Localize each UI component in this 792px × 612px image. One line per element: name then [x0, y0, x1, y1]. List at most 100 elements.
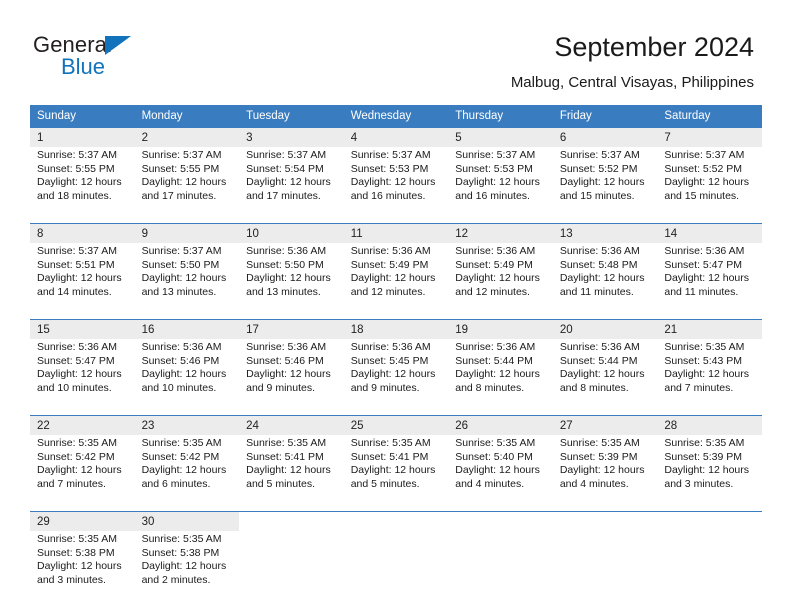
- day-number[interactable]: 6: [552, 127, 658, 147]
- day-cell[interactable]: Sunrise: 5:37 AM Sunset: 5:55 PM Dayligh…: [134, 147, 240, 224]
- weekday-header-row: Sunday Monday Tuesday Wednesday Thursday…: [30, 105, 762, 128]
- day-cell[interactable]: Sunrise: 5:36 AM Sunset: 5:44 PM Dayligh…: [448, 339, 553, 416]
- sunset-text: Sunset: 5:43 PM: [664, 354, 743, 367]
- day-cell[interactable]: Sunrise: 5:37 AM Sunset: 5:53 PM Dayligh…: [448, 147, 553, 224]
- day-cell[interactable]: Sunrise: 5:35 AM Sunset: 5:42 PM Dayligh…: [30, 435, 135, 512]
- sunrise-text: Sunrise: 5:35 AM: [350, 437, 431, 449]
- week-1-info-row: Sunrise: 5:37 AM Sunset: 5:55 PM Dayligh…: [30, 147, 762, 224]
- day-number[interactable]: 11: [343, 223, 449, 243]
- daylight-text-line1: Daylight: 12 hours: [141, 368, 227, 381]
- day-cell[interactable]: Sunrise: 5:36 AM Sunset: 5:46 PM Dayligh…: [239, 339, 344, 416]
- day-number[interactable]: 5: [448, 127, 553, 147]
- day-cell[interactable]: Sunrise: 5:37 AM Sunset: 5:53 PM Dayligh…: [343, 147, 449, 224]
- calendar-page: General Blue September 2024 Malbug, Cent…: [0, 0, 792, 612]
- sunrise-text: Sunrise: 5:37 AM: [37, 245, 117, 257]
- day-number[interactable]: 14: [657, 223, 762, 243]
- day-cell[interactable]: Sunrise: 5:35 AM Sunset: 5:42 PM Dayligh…: [134, 435, 240, 512]
- day-cell[interactable]: Sunrise: 5:35 AM Sunset: 5:41 PM Dayligh…: [239, 435, 344, 512]
- daylight-text-line1: Daylight: 12 hours: [350, 272, 436, 285]
- weekday-header-saturday: Saturday: [657, 105, 762, 128]
- day-number[interactable]: 23: [134, 415, 240, 435]
- sunrise-text: Sunrise: 5:37 AM: [37, 149, 117, 161]
- day-number[interactable]: 3: [239, 127, 344, 147]
- day-cell[interactable]: Sunrise: 5:36 AM Sunset: 5:44 PM Dayligh…: [552, 339, 658, 416]
- day-number[interactable]: 15: [30, 319, 135, 339]
- sunset-text: Sunset: 5:49 PM: [455, 258, 533, 271]
- daylight-text-line1: Daylight: 12 hours: [246, 464, 331, 477]
- daylight-text-line2: and 16 minutes.: [455, 189, 530, 202]
- day-cell[interactable]: Sunrise: 5:37 AM Sunset: 5:50 PM Dayligh…: [134, 243, 240, 320]
- day-cell[interactable]: Sunrise: 5:36 AM Sunset: 5:50 PM Dayligh…: [239, 243, 344, 320]
- day-number[interactable]: 22: [30, 415, 135, 435]
- day-cell[interactable]: Sunrise: 5:35 AM Sunset: 5:38 PM Dayligh…: [134, 531, 240, 607]
- day-cell[interactable]: Sunrise: 5:35 AM Sunset: 5:39 PM Dayligh…: [657, 435, 762, 512]
- day-cell[interactable]: Sunrise: 5:35 AM Sunset: 5:41 PM Dayligh…: [343, 435, 449, 512]
- day-number[interactable]: 29: [30, 511, 135, 531]
- sunset-text: Sunset: 5:47 PM: [37, 354, 115, 367]
- day-number[interactable]: 21: [657, 319, 762, 339]
- daylight-text-line1: Daylight: 12 hours: [455, 368, 540, 381]
- sunrise-text: Sunrise: 5:36 AM: [455, 341, 536, 353]
- day-number[interactable]: 18: [343, 319, 449, 339]
- day-cell[interactable]: Sunrise: 5:37 AM Sunset: 5:52 PM Dayligh…: [657, 147, 762, 224]
- day-number[interactable]: 12: [448, 223, 553, 243]
- daylight-text-line1: Daylight: 12 hours: [664, 368, 750, 381]
- day-number[interactable]: 20: [552, 319, 658, 339]
- day-cell[interactable]: Sunrise: 5:37 AM Sunset: 5:54 PM Dayligh…: [239, 147, 344, 224]
- day-number[interactable]: 25: [343, 415, 449, 435]
- day-number[interactable]: 10: [239, 223, 344, 243]
- day-cell[interactable]: Sunrise: 5:37 AM Sunset: 5:51 PM Dayligh…: [30, 243, 135, 320]
- day-cell[interactable]: Sunrise: 5:35 AM Sunset: 5:38 PM Dayligh…: [30, 531, 135, 607]
- daylight-text-line1: Daylight: 12 hours: [455, 464, 540, 477]
- daylight-text-line2: and 11 minutes.: [664, 285, 739, 298]
- general-blue-logo[interactable]: General Blue: [33, 33, 213, 85]
- day-cell[interactable]: Sunrise: 5:37 AM Sunset: 5:52 PM Dayligh…: [552, 147, 658, 224]
- day-cell-empty: [552, 511, 658, 531]
- day-number[interactable]: 16: [134, 319, 240, 339]
- daylight-text-line2: and 8 minutes.: [455, 381, 525, 394]
- daylight-text-line2: and 5 minutes.: [350, 477, 420, 490]
- day-number[interactable]: 2: [134, 127, 240, 147]
- day-number[interactable]: 30: [134, 511, 240, 531]
- sunset-text: Sunset: 5:38 PM: [141, 546, 220, 559]
- day-cell[interactable]: Sunrise: 5:36 AM Sunset: 5:46 PM Dayligh…: [134, 339, 240, 416]
- daylight-text-line2: and 8 minutes.: [559, 381, 629, 394]
- day-cell[interactable]: Sunrise: 5:36 AM Sunset: 5:47 PM Dayligh…: [657, 243, 762, 320]
- day-cell[interactable]: Sunrise: 5:36 AM Sunset: 5:49 PM Dayligh…: [343, 243, 449, 320]
- sunset-text: Sunset: 5:39 PM: [664, 450, 743, 463]
- sunset-text: Sunset: 5:42 PM: [37, 450, 115, 463]
- daylight-text-line2: and 4 minutes.: [559, 477, 629, 490]
- daylight-text-line2: and 12 minutes.: [455, 285, 530, 298]
- day-number[interactable]: 4: [343, 127, 449, 147]
- day-number[interactable]: 13: [552, 223, 658, 243]
- daylight-text-line1: Daylight: 12 hours: [246, 176, 331, 189]
- day-number[interactable]: 19: [448, 319, 553, 339]
- day-cell[interactable]: Sunrise: 5:35 AM Sunset: 5:39 PM Dayligh…: [552, 435, 658, 512]
- day-number[interactable]: 17: [239, 319, 344, 339]
- daylight-text-line1: Daylight: 12 hours: [37, 272, 122, 285]
- day-number[interactable]: 9: [134, 223, 240, 243]
- week-2-daynum-row: 8 9 10 11 12 13 14: [30, 223, 762, 243]
- sunrise-text: Sunrise: 5:37 AM: [559, 149, 640, 161]
- day-number[interactable]: 8: [30, 223, 135, 243]
- day-number[interactable]: 27: [552, 415, 658, 435]
- day-cell[interactable]: Sunrise: 5:36 AM Sunset: 5:49 PM Dayligh…: [448, 243, 553, 320]
- day-number[interactable]: 26: [448, 415, 553, 435]
- week-1-daynum-row: 1 2 3 4 5 6 7: [30, 127, 762, 147]
- day-cell[interactable]: Sunrise: 5:36 AM Sunset: 5:47 PM Dayligh…: [30, 339, 135, 416]
- day-cell[interactable]: Sunrise: 5:35 AM Sunset: 5:43 PM Dayligh…: [657, 339, 762, 416]
- sunset-text: Sunset: 5:46 PM: [141, 354, 220, 367]
- day-cell[interactable]: Sunrise: 5:36 AM Sunset: 5:48 PM Dayligh…: [552, 243, 658, 320]
- day-number[interactable]: 24: [239, 415, 344, 435]
- day-number[interactable]: 7: [657, 127, 762, 147]
- day-number[interactable]: 1: [30, 127, 135, 147]
- day-cell[interactable]: Sunrise: 5:37 AM Sunset: 5:55 PM Dayligh…: [30, 147, 135, 224]
- day-cell[interactable]: Sunrise: 5:35 AM Sunset: 5:40 PM Dayligh…: [448, 435, 553, 512]
- daylight-text-line1: Daylight: 12 hours: [141, 272, 227, 285]
- daylight-text-line2: and 7 minutes.: [37, 477, 106, 490]
- sunset-text: Sunset: 5:53 PM: [350, 162, 429, 175]
- day-cell[interactable]: Sunrise: 5:36 AM Sunset: 5:45 PM Dayligh…: [343, 339, 449, 416]
- page-header: General Blue September 2024 Malbug, Cent…: [0, 0, 792, 100]
- day-number[interactable]: 28: [657, 415, 762, 435]
- week-3-info-row: Sunrise: 5:36 AM Sunset: 5:47 PM Dayligh…: [30, 339, 762, 416]
